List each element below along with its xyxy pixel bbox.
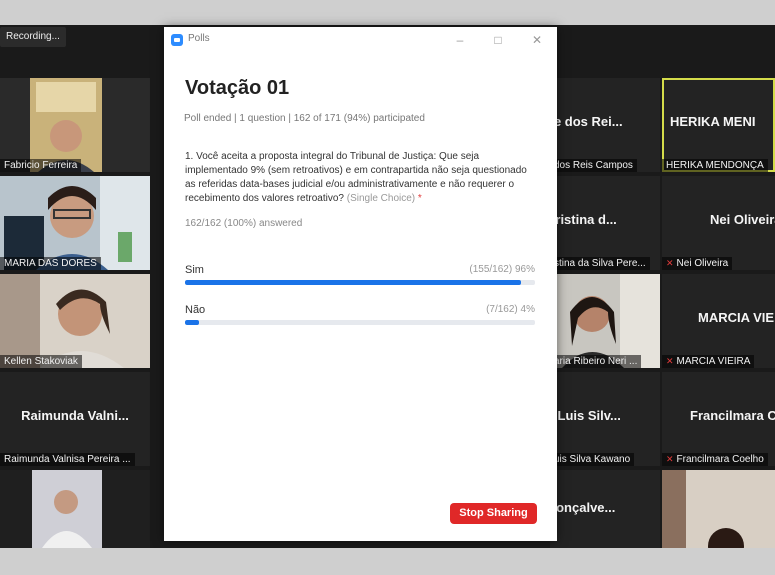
- video-tile-active-speaker[interactable]: HERIKA MENI HERIKA MENDONÇA: [662, 78, 775, 172]
- participant-video: [0, 274, 150, 368]
- maximize-icon[interactable]: □: [487, 31, 509, 49]
- question-type: (Single Choice): [346, 193, 416, 204]
- participant-name: stina da Silva Pere...: [550, 257, 650, 270]
- participant-name-row: ✕ MARCIA VIEIRA: [662, 355, 755, 368]
- video-tile[interactable]: [0, 470, 150, 548]
- participant-display-name: MARCIA VIEIR: [698, 309, 775, 325]
- participant-name: uis Silva Kawano: [550, 453, 635, 466]
- participant-display-name: o Luis Silv...: [550, 407, 621, 423]
- poll-status: Poll ended | 1 question | 162 of 171 (94…: [184, 113, 425, 124]
- required-mark: *: [417, 193, 422, 204]
- participant-name: MARCIA VIEIRA: [676, 356, 751, 367]
- video-tile[interactable]: [662, 470, 775, 548]
- video-tile[interactable]: MARIA DAS DORES: [0, 176, 150, 270]
- participant-display-name: ne dos Rei...: [550, 113, 623, 129]
- participant-video: [662, 470, 775, 548]
- option-result: (7/162) 4%: [486, 304, 535, 315]
- video-tile[interactable]: Francilmara C ✕ Francilmara Coelho: [662, 372, 775, 466]
- recording-indicator[interactable]: Recording...: [0, 27, 66, 47]
- participant-name: Nei Oliveira: [676, 258, 729, 269]
- zoom-app-icon: [171, 34, 183, 46]
- result-bar-track: [185, 320, 535, 325]
- result-bar-fill: [185, 280, 521, 285]
- screen: Recording... Fabricio Ferreira MARIA DAS…: [0, 0, 775, 575]
- answered-count: 162/162 (100%) answered: [185, 218, 303, 229]
- participant-video: [550, 274, 660, 368]
- participant-name: Raimunda Valnisa Pereira ...: [0, 453, 135, 466]
- video-tile[interactable]: Kellen Stakoviak: [0, 274, 150, 368]
- muted-mic-icon: ✕: [666, 356, 674, 366]
- participant-name: Fabricio Ferreira: [0, 159, 82, 172]
- video-tile[interactable]: Raimunda Valni... Raimunda Valnisa Perei…: [0, 372, 150, 466]
- close-icon[interactable]: ✕: [526, 31, 548, 49]
- participant-name-row: ✕ Nei Oliveira: [662, 257, 733, 270]
- video-tile[interactable]: MARCIA VIEIR ✕MARCIA VIEIRA: [662, 274, 775, 368]
- video-tile[interactable]: Nei Oliveira ✕ Nei Oliveira: [662, 176, 775, 270]
- video-tile[interactable]: Gonçalve...: [550, 470, 660, 548]
- option-label: Sim: [185, 264, 204, 276]
- participant-display-name: Gonçalve...: [550, 499, 616, 515]
- participant-display-name: Nei Oliveira: [710, 211, 775, 227]
- result-bar-fill: [185, 320, 199, 325]
- participant-display-name: HERIKA MENI: [670, 113, 756, 129]
- participant-name-row: ✕ Francilmara Coelho: [662, 453, 768, 466]
- poll-question: 1. Você aceita a proposta integral do Tr…: [185, 150, 537, 206]
- participant-video: [0, 470, 150, 548]
- bottom-frame: [0, 548, 775, 575]
- participant-name: MARIA DAS DORES: [0, 257, 101, 270]
- participant-name: Francilmara Coelho: [676, 454, 764, 465]
- video-tile[interactable]: o Luis Silv... uis Silva Kawano: [550, 372, 660, 466]
- polls-titlebar[interactable]: Polls – □ ✕: [164, 27, 557, 53]
- participant-name: Kellen Stakoviak: [0, 355, 82, 368]
- muted-mic-icon: ✕: [666, 454, 674, 464]
- minimize-icon[interactable]: –: [449, 31, 471, 49]
- poll-title: Votação 01: [185, 77, 290, 99]
- stop-sharing-button[interactable]: Stop Sharing: [450, 503, 537, 524]
- participant-display-name: Raimunda Valni...: [21, 407, 129, 423]
- video-tile[interactable]: Fabricio Ferreira: [0, 78, 150, 172]
- participant-name: aria Ribeiro Neri ...: [550, 355, 642, 368]
- muted-mic-icon: ✕: [666, 258, 674, 268]
- option-label: Não: [185, 304, 206, 316]
- polls-window: Polls – □ ✕ Votação 01 Poll ended | 1 qu…: [164, 27, 557, 541]
- result-bar-track: [185, 280, 535, 285]
- participant-video: [0, 78, 150, 172]
- option-result: (155/162) 96%: [469, 264, 535, 275]
- video-tile[interactable]: Cristina d... stina da Silva Pere...: [550, 176, 660, 270]
- video-tile[interactable]: aria Ribeiro Neri ...: [550, 274, 660, 368]
- window-title: Polls: [188, 33, 210, 44]
- participant-display-name: Francilmara C: [690, 407, 775, 423]
- participant-display-name: Cristina d...: [550, 211, 617, 227]
- video-tile[interactable]: ne dos Rei... dos Reis Campos: [550, 78, 660, 172]
- participant-name: HERIKA MENDONÇA: [662, 159, 768, 172]
- participant-name: dos Reis Campos: [550, 159, 637, 172]
- participant-video: [0, 176, 150, 270]
